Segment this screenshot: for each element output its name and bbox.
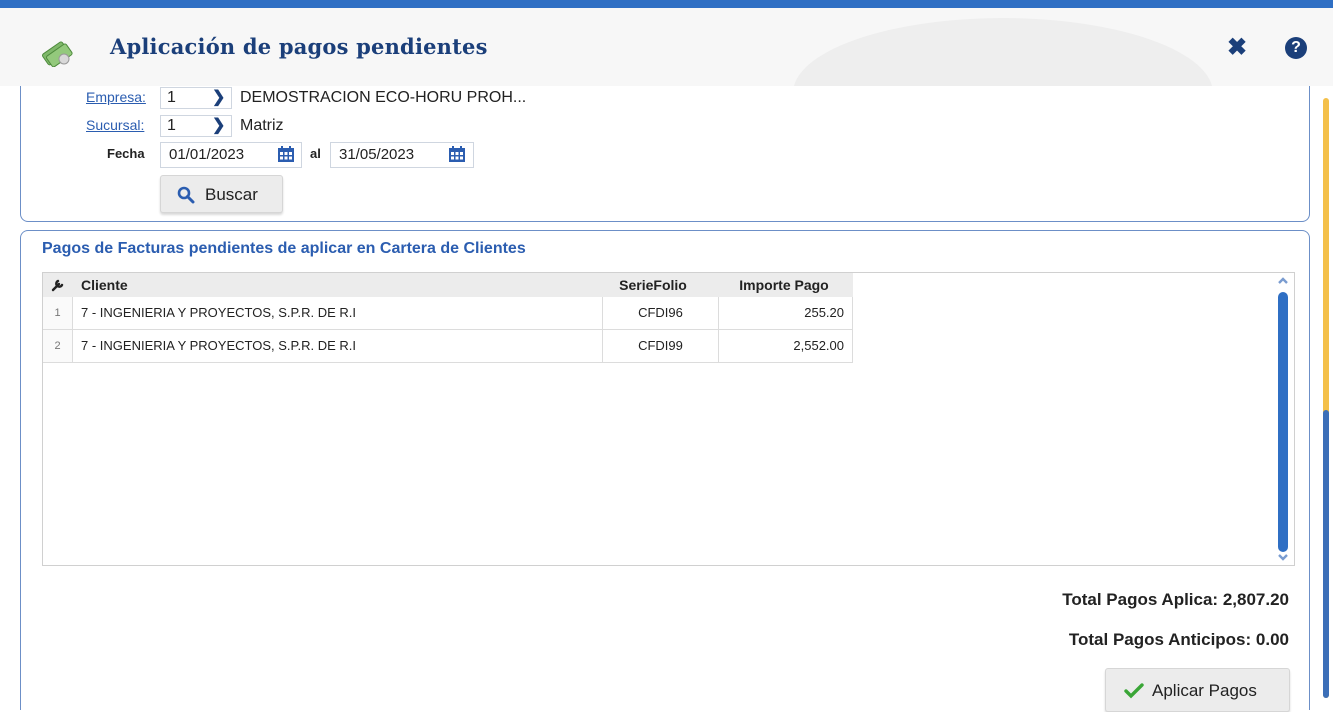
page-title: Aplicación de pagos pendientes <box>110 34 488 59</box>
table-row[interactable]: 2 7 - INGENIERIA Y PROYECTOS, S.P.R. DE … <box>43 330 853 363</box>
sucursal-name: Matriz <box>240 117 284 134</box>
buscar-label: Buscar <box>205 185 258 204</box>
grid-header: Cliente SerieFolio Importe Pago <box>43 273 853 297</box>
money-icon <box>42 41 73 67</box>
importe-cell: 2,552.00 <box>719 330 853 363</box>
aplicar-pagos-button[interactable]: Aplicar Pagos <box>1105 668 1290 712</box>
column-header-seriefolio[interactable]: SerieFolio <box>603 273 703 297</box>
wrench-icon[interactable] <box>43 273 73 297</box>
total-pagos-aplica: Total Pagos Aplica: 2,807.20 <box>1062 590 1289 609</box>
payments-grid: Cliente SerieFolio Importe Pago 1 7 - IN… <box>42 272 1295 566</box>
top-accent-bar <box>0 0 1333 8</box>
seriefolio-cell: CFDI96 <box>603 297 719 330</box>
column-header-cliente[interactable]: Cliente <box>81 273 481 297</box>
chevron-down-icon[interactable] <box>1276 550 1290 564</box>
page-scrollbar-thumb-lower[interactable] <box>1323 410 1329 698</box>
column-header-importe[interactable]: Importe Pago <box>719 273 849 297</box>
empresa-name: DEMOSTRACION ECO-HORU PROH... <box>240 89 527 106</box>
close-icon[interactable]: ✖ <box>1225 36 1249 60</box>
fecha-desde-value: 01/01/2023 <box>169 146 245 163</box>
cliente-cell: 7 - INGENIERIA Y PROYECTOS, S.P.R. DE R.… <box>73 297 603 330</box>
chevron-up-icon[interactable] <box>1276 274 1290 288</box>
search-icon <box>177 186 195 204</box>
help-icon[interactable]: ? <box>1285 37 1307 59</box>
empresa-label[interactable]: Empresa: <box>86 89 146 105</box>
al-label: al <box>310 146 321 161</box>
calendar-icon[interactable] <box>448 145 466 163</box>
row-number: 1 <box>43 297 73 330</box>
row-number: 2 <box>43 330 73 363</box>
sucursal-select-value: 1 <box>167 117 176 134</box>
sucursal-label[interactable]: Sucursal: <box>86 117 144 133</box>
table-row[interactable]: 1 7 - INGENIERIA Y PROYECTOS, S.P.R. DE … <box>43 297 853 330</box>
check-icon <box>1124 683 1144 699</box>
empresa-select-value: 1 <box>167 89 176 106</box>
importe-cell: 255.20 <box>719 297 853 330</box>
aplicar-pagos-label: Aplicar Pagos <box>1152 681 1257 700</box>
chevron-down-icon[interactable]: ❯ <box>212 87 225 107</box>
section-title: Pagos de Facturas pendientes de aplicar … <box>42 240 526 257</box>
buscar-button[interactable]: Buscar <box>160 175 283 213</box>
cliente-cell: 7 - INGENIERIA Y PROYECTOS, S.P.R. DE R.… <box>73 330 603 363</box>
chevron-down-icon[interactable]: ❯ <box>212 115 225 135</box>
calendar-icon[interactable] <box>277 145 295 163</box>
total-pagos-anticipos: Total Pagos Anticipos: 0.00 <box>1068 630 1289 649</box>
grid-scrollbar-thumb[interactable] <box>1278 292 1288 552</box>
fecha-label: Fecha <box>107 146 145 161</box>
fecha-hasta-value: 31/05/2023 <box>339 146 415 163</box>
seriefolio-cell: CFDI99 <box>603 330 719 363</box>
